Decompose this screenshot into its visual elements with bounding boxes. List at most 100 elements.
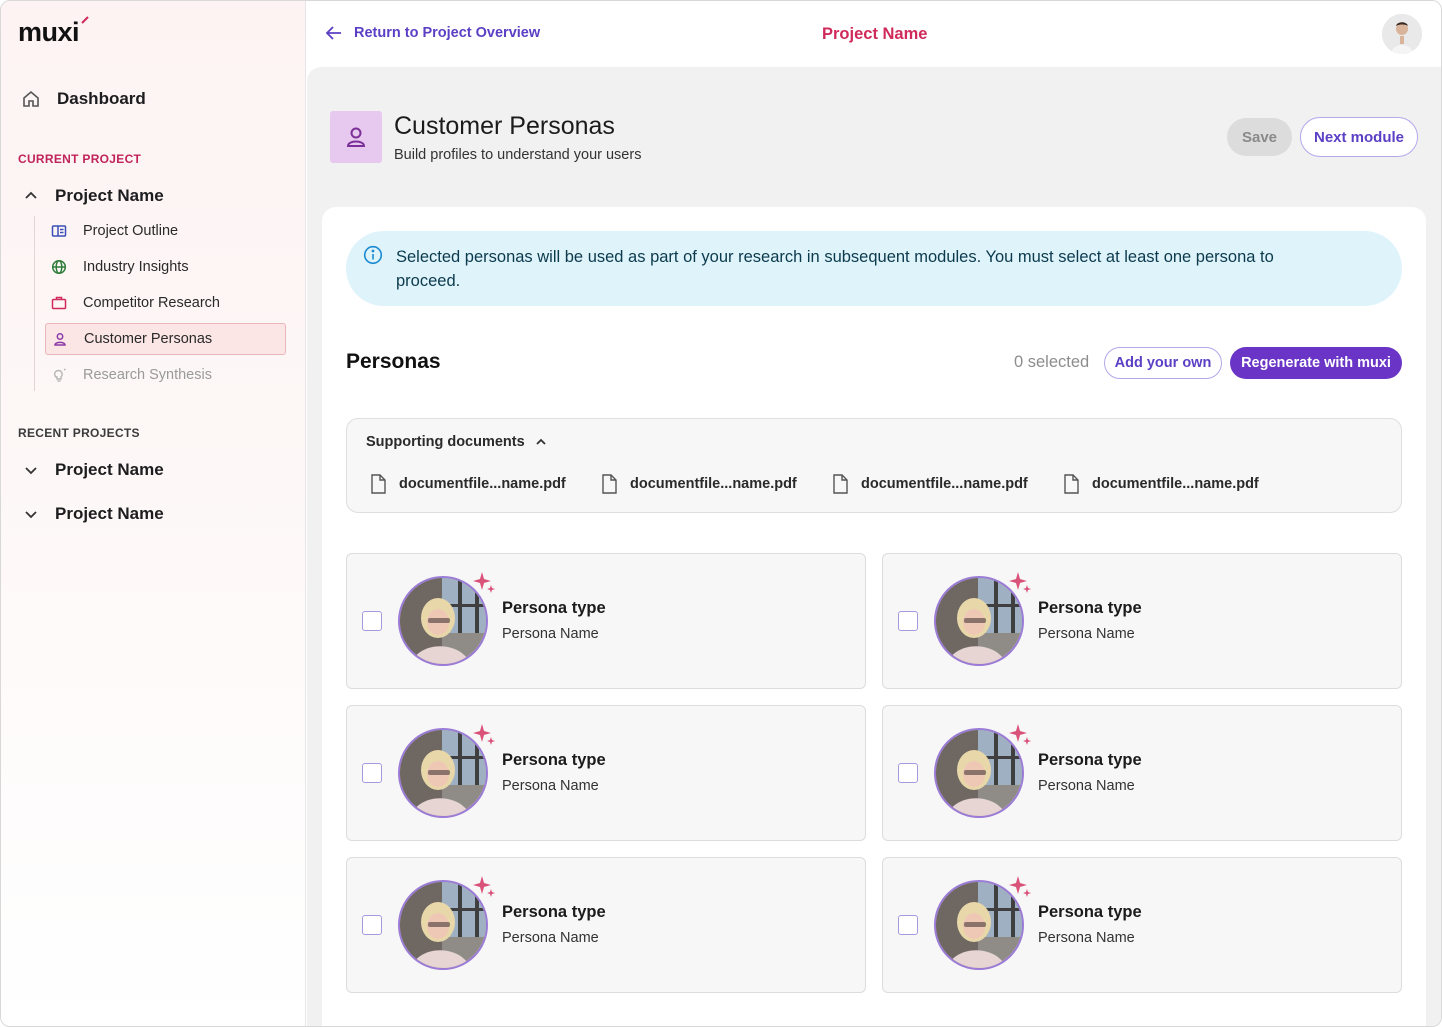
persona-name: Persona Name [1038, 930, 1135, 946]
document-name: documentfile...name.pdf [1092, 476, 1259, 492]
chevron-down-icon [25, 467, 37, 475]
file-icon [602, 474, 617, 494]
sidebar-item-label: Customer Personas [84, 331, 213, 347]
outline-icon [51, 225, 67, 237]
logo-accent-icon [81, 16, 89, 24]
lightbulb-icon [53, 368, 66, 382]
persona-card[interactable]: Persona type Persona Name [346, 705, 866, 841]
user-avatar[interactable] [1382, 14, 1422, 54]
persona-checkbox[interactable] [362, 763, 382, 783]
muxi-logo[interactable]: muxi [18, 17, 80, 48]
sidebar-item-label: Industry Insights [83, 259, 189, 275]
app-window: muxi Dashboard CURRENT PROJECT Project N… [0, 0, 1442, 1027]
persona-card[interactable]: Persona type Persona Name [346, 553, 866, 689]
file-icon [1064, 474, 1079, 494]
document-name: documentfile...name.pdf [399, 476, 566, 492]
persona-type: Persona type [502, 751, 606, 769]
module-title: Customer Personas [394, 112, 615, 140]
persona-checkbox[interactable] [362, 915, 382, 935]
docs-title: Supporting documents [366, 434, 525, 450]
recent-project-name: Project Name [55, 460, 164, 479]
current-project-name: Project Name [55, 186, 164, 205]
persona-type: Persona type [1038, 751, 1142, 769]
sidebar-item-label: Competitor Research [83, 295, 220, 311]
sidebar: muxi Dashboard CURRENT PROJECT Project N… [1, 1, 306, 1026]
regenerate-button[interactable]: Regenerate with muxi [1230, 347, 1402, 379]
save-button[interactable]: Save [1227, 118, 1292, 156]
document-item[interactable]: documentfile...name.pdf [1063, 474, 1259, 494]
persona-type: Persona type [502, 903, 606, 921]
sidebar-item-customer-personas[interactable]: Customer Personas [45, 323, 286, 355]
home-icon [23, 90, 39, 107]
person-icon [346, 127, 366, 147]
return-to-overview-link[interactable]: Return to Project Overview [324, 23, 540, 43]
persona-type: Persona type [1038, 903, 1142, 921]
sidebar-item-competitor-research[interactable]: Competitor Research [45, 287, 286, 319]
current-project-toggle[interactable]: Project Name [23, 186, 164, 206]
briefcase-icon [51, 296, 67, 310]
sidebar-item-industry-insights[interactable]: Industry Insights [45, 251, 286, 283]
dashboard-label: Dashboard [57, 89, 146, 108]
add-your-own-button[interactable]: Add your own [1104, 347, 1222, 379]
file-icon [833, 474, 848, 494]
personas-heading: Personas [346, 350, 441, 373]
persona-name: Persona Name [1038, 626, 1135, 642]
persona-checkbox[interactable] [898, 611, 918, 631]
persona-card[interactable]: Persona type Persona Name [882, 857, 1402, 993]
chevron-up-icon [536, 438, 546, 445]
recent-project-item[interactable]: Project Name [23, 460, 164, 480]
persona-name: Persona Name [502, 778, 599, 794]
sparkle-icon [473, 876, 495, 897]
supporting-documents-panel: Supporting documents documentfile...name… [346, 418, 1402, 513]
next-module-button[interactable]: Next module [1300, 117, 1418, 157]
user-photo-icon [1382, 14, 1422, 54]
sidebar-item-research-synthesis[interactable]: Research Synthesis [45, 359, 286, 391]
document-item[interactable]: documentfile...name.pdf [601, 474, 797, 494]
arrow-left-icon [325, 26, 341, 40]
persona-type: Persona type [1038, 599, 1142, 617]
sparkle-icon [1009, 876, 1031, 897]
persona-checkbox[interactable] [362, 611, 382, 631]
current-project-heading: CURRENT PROJECT [18, 152, 142, 166]
persona-name: Persona Name [502, 626, 599, 642]
info-icon [363, 245, 383, 265]
persona-checkbox[interactable] [898, 915, 918, 935]
document-name: documentfile...name.pdf [861, 476, 1028, 492]
tree-line [34, 216, 35, 391]
persona-card[interactable]: Persona type Persona Name [346, 857, 866, 993]
person-icon [54, 333, 66, 346]
selected-count: 0 selected [1014, 353, 1090, 371]
persona-name: Persona Name [1038, 778, 1135, 794]
personas-card: Selected personas will be used as part o… [322, 207, 1426, 1026]
recent-project-item[interactable]: Project Name [23, 504, 164, 524]
document-item[interactable]: documentfile...name.pdf [370, 474, 566, 494]
persona-checkbox[interactable] [898, 763, 918, 783]
document-item[interactable]: documentfile...name.pdf [832, 474, 1028, 494]
top-bar: Return to Project Overview Project Name [306, 1, 1441, 67]
sparkle-icon [473, 572, 495, 593]
main-content: Customer Personas Build profiles to unde… [307, 67, 1441, 1026]
persona-name: Persona Name [502, 930, 599, 946]
sparkle-icon [1009, 572, 1031, 593]
recent-projects-heading: RECENT PROJECTS [18, 426, 140, 440]
document-name: documentfile...name.pdf [630, 476, 797, 492]
module-icon [330, 111, 382, 163]
sparkle-icon [473, 724, 495, 745]
header-project-name: Project Name [822, 25, 928, 43]
chevron-up-icon [25, 191, 37, 199]
nav-dashboard[interactable]: Dashboard [21, 89, 146, 109]
recent-project-name: Project Name [55, 504, 164, 523]
supporting-documents-toggle[interactable]: Supporting documents [366, 434, 547, 450]
sidebar-item-label: Project Outline [83, 223, 179, 239]
persona-card[interactable]: Persona type Persona Name [882, 553, 1402, 689]
info-banner: Selected personas will be used as part o… [346, 231, 1402, 306]
globe-icon [51, 259, 67, 275]
chevron-down-icon [25, 511, 37, 519]
persona-type: Persona type [502, 599, 606, 617]
module-subtitle: Build profiles to understand your users [394, 147, 642, 163]
info-text: Selected personas will be used as part o… [396, 248, 1274, 290]
file-icon [371, 474, 386, 494]
persona-card[interactable]: Persona type Persona Name [882, 705, 1402, 841]
sidebar-item-label: Research Synthesis [83, 367, 212, 383]
sidebar-item-project-outline[interactable]: Project Outline [45, 215, 286, 247]
